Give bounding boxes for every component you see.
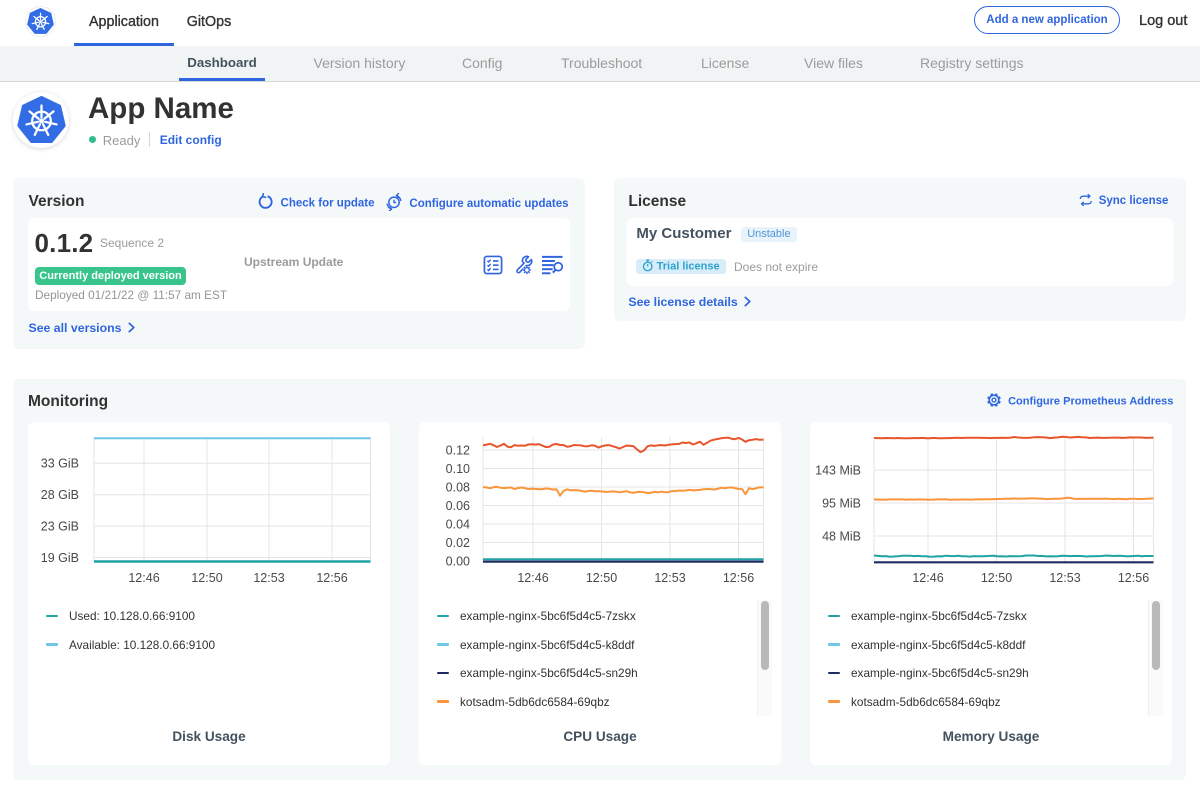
svg-text:0.12: 0.12	[446, 443, 470, 457]
svg-text:0.02: 0.02	[446, 536, 470, 550]
svg-text:12:46: 12:46	[912, 571, 943, 585]
svg-text:28 GiB: 28 GiB	[41, 488, 79, 502]
svg-text:12:46: 12:46	[128, 571, 159, 585]
svg-text:12:46: 12:46	[517, 571, 548, 585]
svg-text:143 MiB: 143 MiB	[815, 463, 861, 477]
svg-text:0.10: 0.10	[446, 462, 470, 476]
svg-text:33 GiB: 33 GiB	[41, 457, 79, 471]
svg-text:12:56: 12:56	[316, 571, 347, 585]
svg-text:12:53: 12:53	[654, 571, 685, 585]
svg-text:95 MiB: 95 MiB	[822, 496, 861, 510]
svg-text:12:50: 12:50	[191, 571, 222, 585]
svg-text:0.08: 0.08	[446, 480, 470, 494]
svg-text:0.00: 0.00	[446, 554, 470, 568]
svg-text:48 MiB: 48 MiB	[822, 529, 861, 543]
svg-text:12:53: 12:53	[253, 571, 284, 585]
svg-text:23 GiB: 23 GiB	[41, 519, 79, 533]
svg-text:19 GiB: 19 GiB	[41, 551, 79, 565]
svg-text:12:56: 12:56	[723, 571, 754, 585]
svg-text:12:50: 12:50	[586, 571, 617, 585]
svg-text:12:50: 12:50	[981, 571, 1012, 585]
svg-text:0.04: 0.04	[446, 517, 470, 531]
svg-text:12:53: 12:53	[1049, 571, 1080, 585]
svg-text:0.06: 0.06	[446, 499, 470, 513]
svg-text:12:56: 12:56	[1118, 571, 1149, 585]
